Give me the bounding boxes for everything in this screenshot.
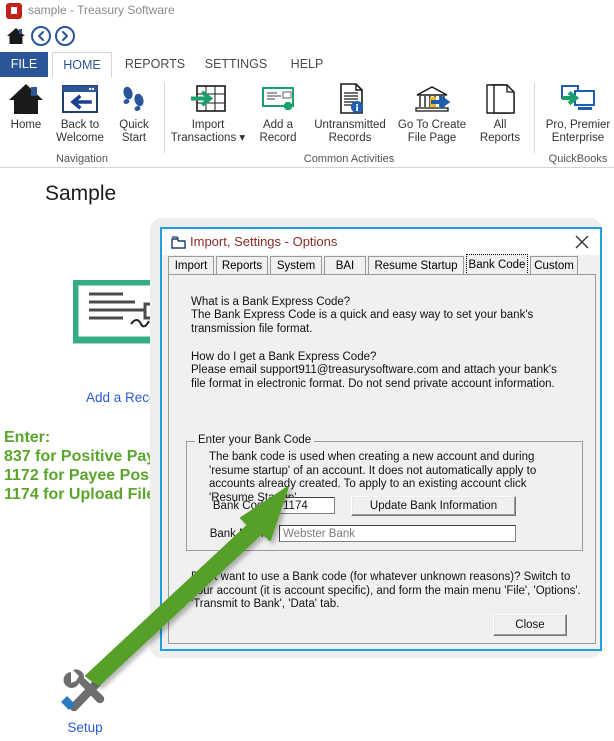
dialog-tab-panel: What is a Bank Express Code? The Bank Ex… [168,274,596,644]
question-2-text: Please email support911@treasurysoftware… [191,364,557,390]
window-title: sample - Treasury Software [28,3,175,17]
tab-help[interactable]: HELP [284,52,330,77]
ribbon-label-add-a-record: Add a Record [259,119,297,144]
ribbon-button-go-to-create-file-page[interactable]: Go To Create File Page [396,79,468,145]
setup-shortcut[interactable]: Setup [55,665,115,735]
ribbon-label-go-to-create-file-page: Go To Create File Page [397,119,467,144]
question-1-text: The Bank Express Code is a quick and eas… [191,309,534,335]
ribbon-label-import-transactions: Import Transactions [170,119,237,144]
bank-code-input[interactable] [279,497,335,514]
ribbon-button-import-transactions[interactable]: Import Transactions ▾ [170,79,246,145]
dialog-tab-reports[interactable]: Reports [216,256,268,275]
dialog-tab-system[interactable]: System [270,256,322,275]
ribbon-button-quickbooks[interactable]: Pro, Premier Enterprise [538,79,614,145]
dialog-footer-text: Don't want to use a Bank code (for whate… [191,571,581,610]
import-grid-icon [170,79,246,119]
add-record-check-icon [252,79,304,119]
dialog-title: Import, Settings - Options [190,234,338,249]
wrench-hammer-icon [55,665,115,716]
page-title: Sample [45,182,117,205]
tab-reports[interactable]: REPORTS [120,52,190,77]
close-icon[interactable] [572,232,592,252]
bank-code-groupbox-title: Enter your Bank Code [195,434,315,446]
quickbooks-transfer-icon [538,79,614,119]
ribbon-label-quick-start: Quick Start [119,119,149,144]
ribbon-group-label-quickbooks: QuickBooks [548,153,608,165]
ribbon-tab-strip: FILE HOME REPORTS SETTINGS HELP [0,52,614,78]
chevron-down-icon[interactable]: ▾ [239,132,245,144]
question-1-heading: What is a Bank Express Code? [191,296,351,308]
ribbon-button-all-reports[interactable]: All Reports [472,79,528,145]
pages-stack-icon [472,79,528,119]
ribbon-group-common-activities: Import Transactions ▾ Add a Record Untra… [166,77,532,167]
dialog-tab-import[interactable]: Import [168,256,214,275]
back-to-welcome-icon [54,79,106,119]
ribbon-group-navigation: Home Back to Welcome Quick Start Navigat… [0,77,164,167]
home-icon[interactable] [5,26,27,46]
question-2-heading: How do I get a Bank Express Code? [191,351,377,363]
treasury-app-icon [6,3,22,19]
bank-name-input[interactable] [279,525,516,542]
ribbon-button-back-to-welcome[interactable]: Back to Welcome [54,79,106,145]
ribbon-group-label-common-activities: Common Activities [303,153,395,165]
dialog-tab-resume-startup[interactable]: Resume Startup [368,256,464,275]
bank-code-groupbox: Enter your Bank Code The bank code is us… [186,434,583,551]
dialog-tab-bank-code[interactable]: Bank Code [466,254,528,275]
document-info-icon [308,79,392,119]
ribbon: Home Back to Welcome Quick Start Navigat… [0,77,614,168]
ribbon-separator-2 [534,83,535,153]
bank-code-label: Bank Code: [212,500,273,512]
tab-file[interactable]: FILE [0,52,48,77]
update-bank-information-button[interactable]: Update Bank Information [351,496,516,516]
ribbon-label-untransmitted-records: Untransmitted Records [314,119,386,144]
tab-settings[interactable]: SETTINGS [196,52,276,77]
quick-access-toolbar [0,22,614,52]
ribbon-group-label-navigation: Navigation [56,153,108,165]
ribbon-button-home[interactable]: Home [4,79,48,132]
ribbon-label-quickbooks: Pro, Premier Enterprise [545,119,611,144]
home-icon [4,79,48,119]
ribbon-button-quick-start[interactable]: Quick Start [112,79,156,145]
ribbon-button-untransmitted-records[interactable]: Untransmitted Records [308,79,392,145]
back-arrow-icon[interactable] [31,26,51,46]
options-dialog: Import, Settings - Options Import Report… [160,227,602,651]
tab-home[interactable]: HOME [52,52,112,78]
ribbon-button-add-a-record[interactable]: Add a Record [252,79,304,145]
ribbon-label-back-to-welcome: Back to Welcome [56,119,104,144]
folder-icon [171,236,186,249]
ribbon-label-home: Home [10,119,42,131]
dialog-tab-bai[interactable]: BAI [324,256,366,275]
close-button[interactable]: Close [493,614,567,636]
dialog-title-bar: Import, Settings - Options [162,229,600,255]
footsteps-icon [112,79,156,119]
bank-arrow-icon [396,79,468,119]
setup-label: Setup [67,720,103,735]
application-window: sample - Treasury Software FILE HOME REP… [0,0,614,741]
ribbon-label-all-reports: All Reports [479,119,521,144]
dialog-tab-custom[interactable]: Custom [530,256,578,275]
title-bar: sample - Treasury Software [0,0,614,22]
forward-arrow-icon[interactable] [55,26,75,46]
bank-name-label: Bank Name: [209,528,273,540]
ribbon-group-quickbooks: Pro, Premier Enterprise QuickBooks [538,77,614,167]
ribbon-separator-1 [164,83,165,153]
